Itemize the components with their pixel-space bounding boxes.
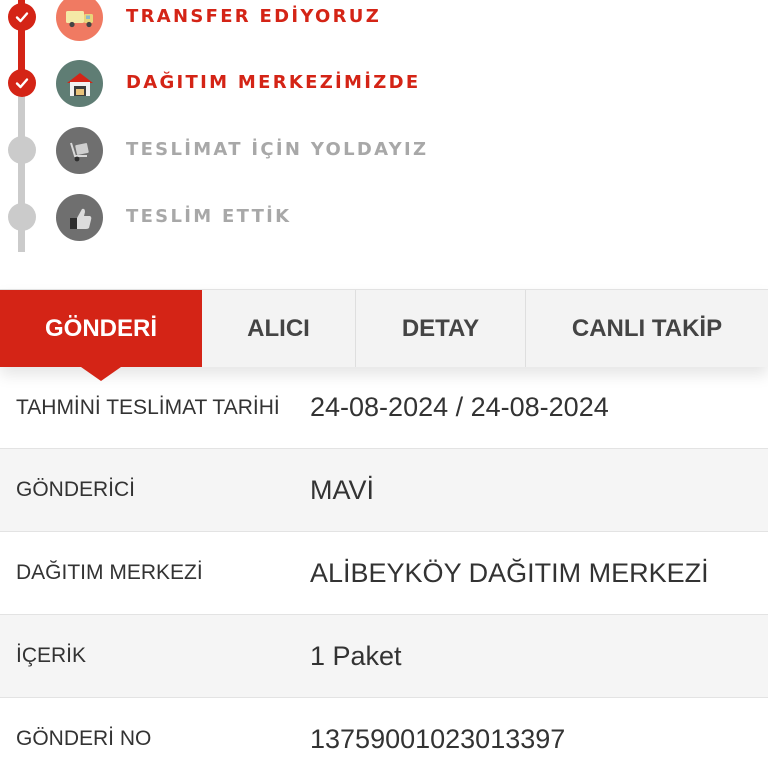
truck-icon xyxy=(56,0,103,41)
thumbs-up-icon xyxy=(56,194,103,241)
detail-row-sender: GÖNDERİCİ MAVİ xyxy=(0,449,768,532)
tab-live-tracking[interactable]: CANLI TAKİP xyxy=(526,290,768,367)
check-icon xyxy=(8,69,36,97)
detail-row-content: İÇERİK 1 Paket xyxy=(0,615,768,698)
timeline-step-label: TRANSFER EDİYORUZ xyxy=(126,6,382,27)
check-icon xyxy=(8,3,36,31)
pending-dot-icon xyxy=(8,136,36,164)
detail-value: 13759001023013397 xyxy=(310,723,566,754)
detail-value: ALİBEYKÖY DAĞITIM MERKEZİ xyxy=(310,557,709,588)
shipment-details-table: TAHMİNİ TESLİMAT TARİHİ 24-08-2024 / 24-… xyxy=(0,367,768,768)
detail-label: İÇERİK xyxy=(16,644,87,667)
detail-label: TAHMİNİ TESLİMAT TARİHİ xyxy=(16,395,280,419)
detail-value: 24-08-2024 / 24-08-2024 xyxy=(310,392,609,422)
detail-value: MAVİ xyxy=(310,474,375,505)
detail-row-estimated-delivery: TAHMİNİ TESLİMAT TARİHİ 24-08-2024 / 24-… xyxy=(0,367,768,449)
detail-label: GÖNDERİ NO xyxy=(16,727,152,750)
detail-row-shipment-number: GÖNDERİ NO 13759001023013397 xyxy=(0,698,768,768)
timeline-step-transfer: TRANSFER EDİYORUZ xyxy=(0,0,768,43)
detail-label: GÖNDERİCİ xyxy=(16,478,136,501)
timeline-step-label: TESLİMAT İÇİN YOLDAYIZ xyxy=(126,139,429,160)
timeline-step-label: TESLİM ETTİK xyxy=(126,206,292,227)
shipment-tabs: GÖNDERİ ALICI DETAY CANLI TAKİP xyxy=(0,289,768,381)
timeline-step-out-for-delivery: TESLİMAT İÇİN YOLDAYIZ xyxy=(0,124,768,176)
detail-row-distribution-center: DAĞITIM MERKEZİ ALİBEYKÖY DAĞITIM MERKEZ… xyxy=(0,532,768,615)
timeline-step-delivered: TESLİM ETTİK xyxy=(0,191,768,243)
shipment-status-timeline: TRANSFER EDİYORUZ DAĞITIM MERKEZİMİZDE T… xyxy=(0,0,768,290)
timeline-step-distribution-center: DAĞITIM MERKEZİMİZDE xyxy=(0,57,768,109)
tab-detail[interactable]: DETAY xyxy=(356,290,526,367)
pending-dot-icon xyxy=(8,203,36,231)
detail-value: 1 Paket xyxy=(310,640,402,671)
tab-shipment[interactable]: GÖNDERİ xyxy=(0,290,202,381)
timeline-step-label: DAĞITIM MERKEZİMİZDE xyxy=(126,72,421,93)
warehouse-icon xyxy=(56,60,103,107)
tab-recipient[interactable]: ALICI xyxy=(202,290,356,367)
detail-label: DAĞITIM MERKEZİ xyxy=(16,561,203,584)
delivery-cart-icon xyxy=(56,127,103,174)
